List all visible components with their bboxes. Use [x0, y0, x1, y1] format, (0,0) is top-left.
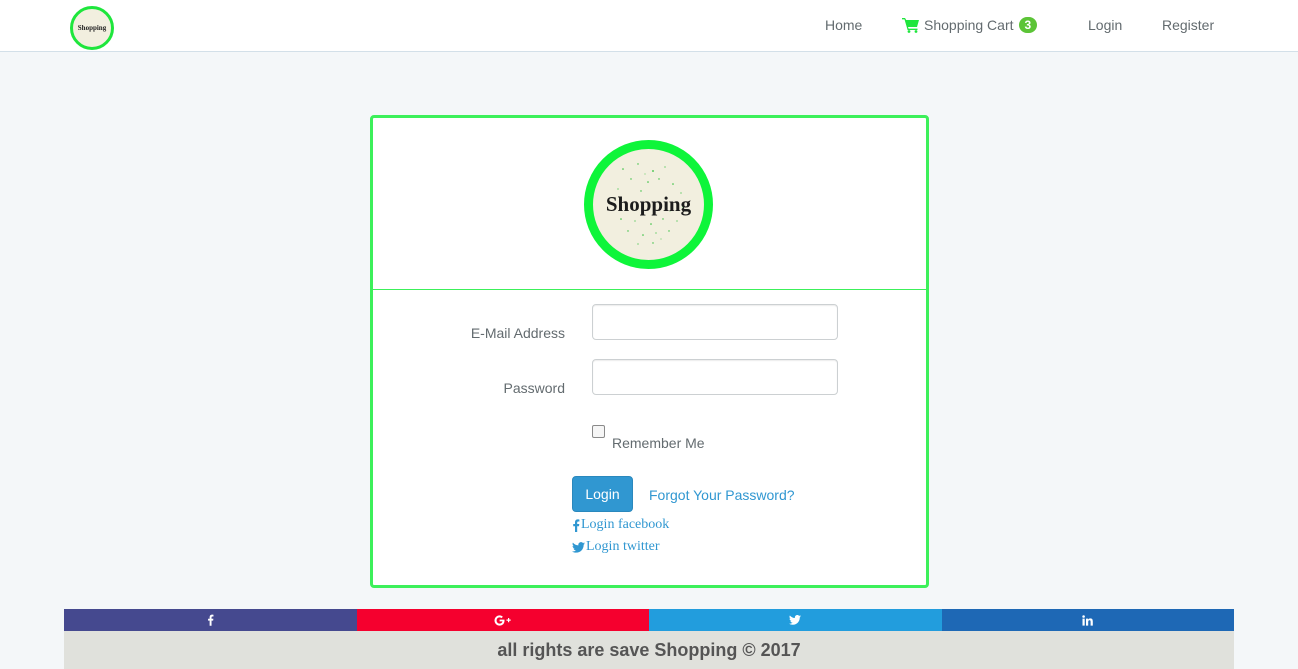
login-twitter-link[interactable]: Login twitter: [572, 539, 660, 555]
share-linkedin-button[interactable]: [941, 609, 1234, 631]
google-plus-icon: [494, 614, 511, 626]
panel-heading: Shopping: [373, 118, 926, 290]
nav-home-link[interactable]: Home: [825, 16, 862, 34]
nav-login-link[interactable]: Login: [1088, 16, 1122, 34]
login-button[interactable]: Login: [572, 476, 633, 512]
facebook-icon: [573, 518, 580, 532]
login-panel: Shopping E-Mail Address Password Remembe…: [370, 115, 929, 588]
footer-copyright: all rights are save Shopping © 2017: [497, 639, 801, 660]
email-label: E-Mail Address: [470, 325, 565, 341]
facebook-icon: [207, 614, 214, 626]
login-twitter-label: Login twitter: [586, 539, 660, 554]
email-field[interactable]: [592, 304, 838, 340]
nav-register-link[interactable]: Register: [1162, 16, 1214, 34]
password-field[interactable]: [592, 359, 838, 395]
cart-label: Shopping Cart: [924, 17, 1014, 33]
remember-me-label[interactable]: Remember Me: [612, 435, 705, 451]
login-facebook-label: Login facebook: [581, 517, 670, 532]
twitter-icon: [572, 541, 585, 553]
share-facebook-button[interactable]: [64, 609, 357, 631]
brand-logo[interactable]: Shopping: [70, 6, 114, 50]
forgot-password-link[interactable]: Forgot Your Password?: [649, 487, 795, 503]
footer: all rights are save Shopping © 2017: [64, 631, 1234, 669]
nav-shopping-cart-link[interactable]: Shopping Cart 3: [902, 16, 1038, 34]
cart-count-badge: 3: [1018, 17, 1038, 33]
social-share-bar: [64, 609, 1234, 631]
shopping-logo: Shopping: [584, 140, 713, 269]
login-facebook-link[interactable]: Login facebook: [572, 517, 669, 533]
shopping-cart-icon: [902, 18, 919, 33]
navbar: Shopping Home Shopping Cart 3 Login Regi…: [0, 0, 1298, 52]
logo-text: Shopping: [605, 192, 692, 216]
twitter-icon: [789, 615, 802, 625]
linkedin-icon: [1082, 614, 1094, 626]
share-twitter-button[interactable]: [649, 609, 942, 631]
share-google-plus-button[interactable]: [356, 609, 649, 631]
remember-me-checkbox[interactable]: [592, 425, 605, 438]
brand-logo-text: Shopping: [77, 24, 107, 32]
password-label: Password: [503, 380, 565, 396]
